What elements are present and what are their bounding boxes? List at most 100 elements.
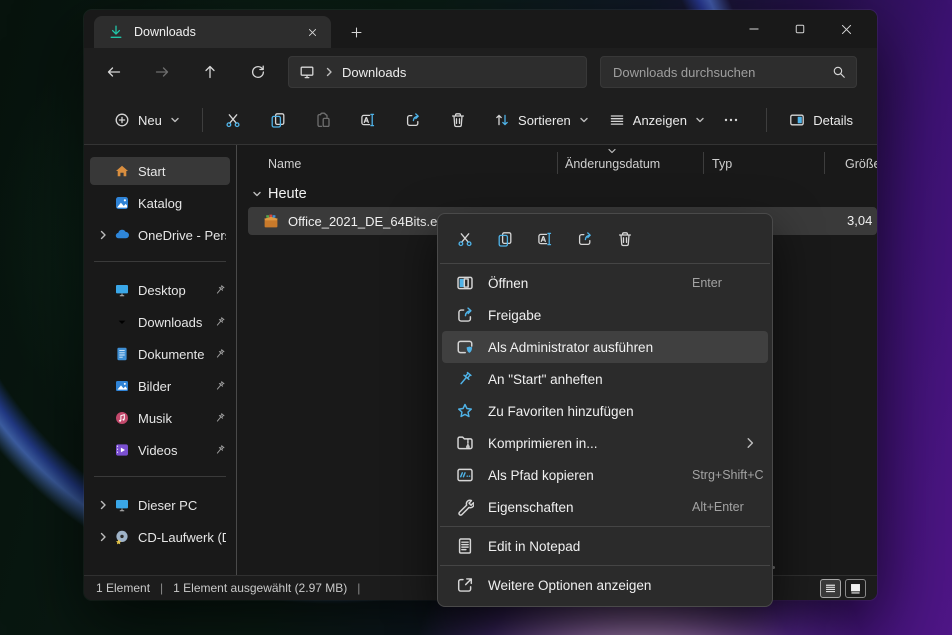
desktop-wallpaper: Downloads Downloads Downloads durchsu [0,0,952,635]
sidebar-item-label: Dokumente [138,347,212,362]
sidebar-item-desktop[interactable]: Desktop [90,276,230,304]
menu-shortcut: Strg+Shift+C [692,468,764,482]
file-size: 3,04 [847,213,872,228]
copy-button[interactable] [260,102,297,138]
navigation-bar: Downloads Downloads durchsuchen [84,48,877,96]
details-pane-button[interactable]: Details [779,102,863,138]
rename-button[interactable] [349,102,386,138]
delete-button[interactable] [439,102,476,138]
sidebar-item-onedrive[interactable]: OneDrive - Pers [90,221,230,249]
explorer-tab[interactable]: Downloads [94,16,331,48]
group-header-heute[interactable]: Heute [252,186,307,202]
menu-item-label: Als Administrator ausführen [488,340,653,355]
file-name: Office_2021_DE_64Bits.exe [288,214,451,229]
cut-button[interactable] [215,102,252,138]
menu-item-label: Zu Favoriten hinzufügen [488,404,634,419]
expand-chevron-icon[interactable] [96,530,110,544]
search-input[interactable]: Downloads durchsuchen [600,56,857,88]
command-bar: Neu Sortieren Anzeigen [84,96,877,145]
sidebar-item-label: Videos [138,443,212,458]
menu-item-zu-favoriten[interactable]: Zu Favoriten hinzufügen [442,395,768,427]
copy-button[interactable] [488,224,522,254]
sidebar-item-videos[interactable]: Videos [90,436,230,464]
menu-item-an-start-anheften[interactable]: An "Start" anheften [442,363,768,395]
menu-divider [440,526,770,527]
menu-item-label: An "Start" anheften [488,372,603,387]
sidebar-item-start[interactable]: Start [90,157,230,185]
delete-button[interactable] [608,224,642,254]
arrow-right-icon [154,64,170,80]
tab-close-button[interactable] [301,21,323,43]
item-count: 1 Element [96,581,150,595]
minimize-button[interactable] [731,10,777,48]
expand-chevron-icon[interactable] [96,228,110,242]
sidebar-item-katalog[interactable]: Katalog [90,189,230,217]
rename-icon [360,112,376,128]
share-icon [405,112,421,128]
menu-item-edit-in-notepad[interactable]: Edit in Notepad [442,530,768,562]
menu-item-komprimieren[interactable]: Komprimieren in... [442,427,768,459]
column-header-date[interactable]: Änderungsdatum [565,157,660,171]
trash-icon [617,231,633,247]
column-header-type[interactable]: Typ [712,157,732,171]
column-separator[interactable] [824,152,825,174]
menu-item-freigabe[interactable]: Freigabe [442,299,768,331]
menu-item-als-pfad-kopieren[interactable]: Als Pfad kopieren Strg+Shift+C [442,459,768,491]
back-button[interactable] [96,55,132,89]
menu-item-label: Komprimieren in... [488,436,598,451]
sidebar-item-label: Dieser PC [138,498,226,513]
star-icon [456,402,474,420]
menu-item-eigenschaften[interactable]: Eigenschaften Alt+Enter [442,491,768,523]
sort-button[interactable]: Sortieren [484,102,599,138]
download-icon [108,24,124,40]
details-view-button[interactable] [820,579,841,598]
up-button[interactable] [192,55,228,89]
menu-item-als-administrator[interactable]: Als Administrator ausführen [442,331,768,363]
expand-chevron-icon[interactable] [96,498,110,512]
view-button[interactable]: Anzeigen [599,102,715,138]
sidebar-item-bilder[interactable]: Bilder [90,372,230,400]
breadcrumb[interactable]: Downloads [342,65,406,80]
paste-button[interactable] [305,102,342,138]
share-icon [577,231,593,247]
tab-title: Downloads [134,25,301,39]
more-commands-button[interactable] [715,102,746,138]
share-button[interactable] [568,224,602,254]
new-button[interactable]: Neu [104,102,190,138]
maximize-button[interactable] [777,10,823,48]
large-icons-view-button[interactable] [845,579,866,598]
search-placeholder: Downloads durchsuchen [613,65,832,80]
cd-drive-icon [114,529,130,545]
menu-item-label: Als Pfad kopieren [488,468,594,483]
rename-button[interactable] [528,224,562,254]
column-separator[interactable] [557,152,558,174]
close-icon [307,27,318,38]
chevron-right-icon [324,67,334,77]
refresh-button[interactable] [240,55,276,89]
pin-icon [214,412,226,424]
chevron-down-icon [170,115,180,125]
address-bar[interactable]: Downloads [288,56,587,88]
new-tab-button[interactable] [343,19,369,45]
pin-icon [214,444,226,456]
menu-item-weitere-optionen[interactable]: Weitere Optionen anzeigen [442,569,768,601]
view-label: Anzeigen [633,113,687,128]
column-header-name[interactable]: Name [268,157,301,171]
share-button[interactable] [394,102,431,138]
close-button[interactable] [823,10,869,48]
sidebar-item-label: Bilder [138,379,212,394]
forward-button[interactable] [144,55,180,89]
open-app-icon [456,274,474,292]
sidebar-item-musik[interactable]: Musik [90,404,230,432]
column-separator[interactable] [703,152,704,174]
window-controls [731,10,869,48]
sidebar-item-downloads[interactable]: Downloads [90,308,230,336]
sidebar-item-dieser-pc[interactable]: Dieser PC [90,491,230,519]
menu-item-label: Öffnen [488,276,528,291]
column-header-size[interactable]: Größe [845,157,877,171]
cut-button[interactable] [448,224,482,254]
submenu-chevron-icon [744,437,756,449]
menu-item-oeffnen[interactable]: Öffnen Enter [442,267,768,299]
sidebar-item-dokumente[interactable]: Dokumente [90,340,230,368]
sidebar-item-cd-laufwerk[interactable]: CD-Laufwerk (D [90,523,230,551]
